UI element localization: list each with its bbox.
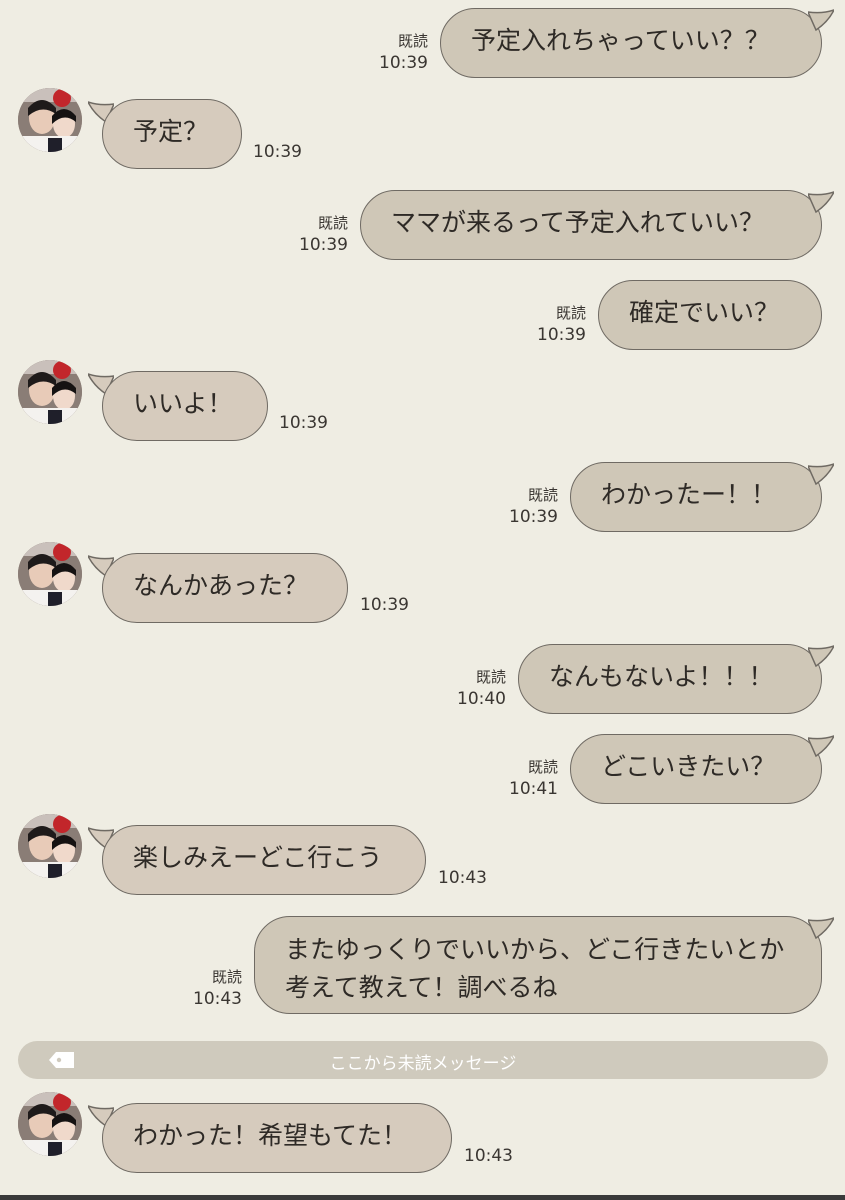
message-meta: 既読 10:39	[490, 484, 558, 528]
avatar[interactable]	[18, 1092, 82, 1156]
outgoing-bubble[interactable]: どこいきたい？	[570, 734, 822, 804]
message-meta: 既読 10:41	[490, 756, 558, 800]
avatar[interactable]	[18, 88, 82, 152]
incoming-bubble[interactable]: 楽しみえーどこ行こう	[102, 825, 426, 895]
message-text: どこいきたい？	[601, 752, 776, 781]
message-time: 10:39	[299, 235, 348, 255]
read-receipt: 既読	[397, 32, 428, 50]
message-time: 10:41	[509, 779, 558, 799]
message-meta: 既読 10:43	[174, 966, 242, 1010]
contact-avatar	[18, 360, 82, 424]
read-receipt: 既読	[475, 668, 506, 686]
outgoing-bubble[interactable]: なんもないよ！！！	[518, 644, 822, 714]
contact-avatar	[18, 814, 82, 878]
read-receipt: 既読	[555, 304, 586, 322]
read-receipt: 既読	[527, 758, 558, 776]
message-time: 10:39	[279, 413, 328, 433]
message-time: 10:40	[457, 689, 506, 709]
message-meta: 既読 10:39	[518, 302, 586, 346]
message-meta: 既読 10:40	[438, 666, 506, 710]
incoming-bubble[interactable]: いいよ！	[102, 371, 268, 441]
read-receipt: 既読	[211, 968, 242, 986]
incoming-bubble[interactable]: わかった！希望もてた！	[102, 1103, 452, 1173]
message-text: またゆっくりでいいから、どこ行きたいとか考えて教えて！調べるね	[285, 935, 785, 1002]
read-receipt: 既読	[317, 214, 348, 232]
bubble-tail	[808, 463, 834, 486]
contact-avatar	[18, 542, 82, 606]
message-text: いいよ！	[133, 389, 233, 418]
avatar[interactable]	[18, 542, 82, 606]
contact-avatar	[18, 88, 82, 152]
read-receipt: 既読	[527, 486, 558, 504]
message-text: なんもないよ！！！	[549, 662, 774, 691]
bubble-tail	[808, 735, 834, 758]
message-time: 10:43	[193, 989, 242, 1009]
unread-divider: ここから未読メッセージ	[18, 1041, 828, 1079]
message-time: 10:39	[537, 325, 586, 345]
message-text: ママが来るって予定入れていい？	[391, 208, 765, 237]
message-text: わかった！希望もてた！	[133, 1121, 408, 1150]
message-time: 10:43	[464, 1146, 513, 1166]
outgoing-bubble[interactable]: わかったー！！	[570, 462, 822, 532]
bubble-tail	[808, 645, 834, 668]
message-time: 10:39	[379, 53, 428, 73]
message-time: 10:39	[360, 595, 409, 615]
message-time: 10:39	[253, 142, 302, 162]
outgoing-bubble[interactable]: 予定入れちゃっていい？？	[440, 8, 822, 78]
contact-avatar	[18, 1092, 82, 1156]
message-text: わかったー！！	[601, 480, 777, 509]
outgoing-bubble[interactable]: またゆっくりでいいから、どこ行きたいとか考えて教えて！調べるね	[254, 916, 822, 1014]
outgoing-bubble[interactable]: 確定でいい？	[598, 280, 822, 350]
unread-divider-label: ここから未読メッセージ	[329, 1054, 517, 1074]
incoming-bubble[interactable]: 予定？	[102, 99, 242, 169]
message-text: なんかあった？	[133, 571, 309, 600]
message-text: 確定でいい？	[629, 298, 780, 327]
message-text: 予定入れちゃっていい？？	[471, 26, 770, 55]
incoming-bubble[interactable]: なんかあった？	[102, 553, 348, 623]
message-text: 予定？	[133, 117, 209, 146]
bottom-edge	[0, 1195, 845, 1200]
message-time: 10:43	[438, 868, 487, 888]
message-meta: 既読 10:39	[360, 30, 428, 74]
bubble-tail	[808, 917, 834, 940]
message-text: 楽しみえーどこ行こう	[133, 843, 383, 872]
bubble-tail	[808, 9, 834, 32]
message-meta: 既読 10:39	[280, 212, 348, 256]
message-time: 10:39	[509, 507, 558, 527]
avatar[interactable]	[18, 360, 82, 424]
avatar[interactable]	[18, 814, 82, 878]
bubble-tail	[808, 191, 834, 214]
outgoing-bubble[interactable]: ママが来るって予定入れていい？	[360, 190, 822, 260]
